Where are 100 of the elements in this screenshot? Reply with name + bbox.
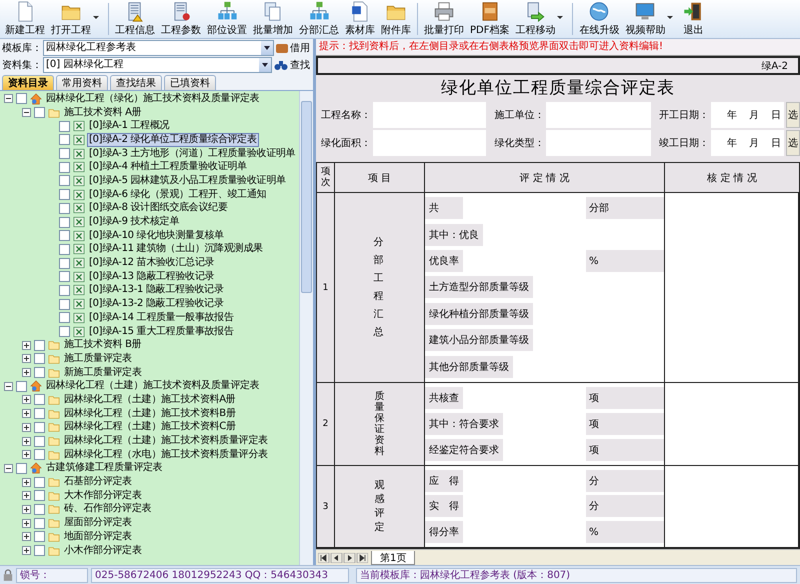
checkbox[interactable]: [59, 298, 70, 310]
tab[interactable]: 已填资料: [164, 75, 216, 90]
checkbox[interactable]: [59, 175, 70, 186]
checkbox[interactable]: [59, 148, 70, 160]
tree-item-label[interactable]: 小木作部分评定表: [62, 544, 144, 558]
checkbox[interactable]: [34, 107, 45, 118]
tree-item-label[interactable]: 施工质量评定表: [62, 352, 134, 366]
expand-toggle[interactable]: [22, 368, 31, 378]
tree-item-label[interactable]: 古建筑修建工程质量评定表: [44, 461, 164, 476]
tree-item-label[interactable]: 屋面部分评定表: [62, 516, 134, 530]
toolbar-button[interactable]: 打开工程: [48, 0, 105, 38]
checkbox[interactable]: [59, 271, 70, 282]
date-field[interactable]: 年 月 日: [711, 130, 784, 156]
tree-item-label[interactable]: [0]绿A-13-2 隐蔽工程验收记录: [87, 297, 226, 312]
toolbar-button[interactable]: 部位设置: [204, 0, 250, 38]
toolbar-button[interactable]: 新建工程: [2, 0, 48, 38]
checkbox[interactable]: [34, 340, 45, 351]
checkbox[interactable]: [59, 216, 70, 228]
tree-item-label[interactable]: [0]绿A-6 绿化（景观）工程开、竣工通知: [87, 188, 268, 202]
checkbox[interactable]: [59, 258, 70, 269]
tree-item-label[interactable]: 施工技术资料 A册: [62, 106, 144, 120]
checkbox[interactable]: [59, 120, 70, 132]
expand-toggle[interactable]: [22, 409, 31, 418]
input-field[interactable]: [546, 102, 652, 128]
toolbar-button[interactable]: 工程移动: [512, 0, 570, 38]
tree-item-label[interactable]: 石基部分评定表: [62, 475, 134, 490]
expand-toggle[interactable]: [22, 340, 31, 350]
expand-toggle[interactable]: [22, 532, 31, 542]
checkbox[interactable]: [34, 353, 45, 364]
tree-item-label[interactable]: [0]绿A-12 苗木验收汇总记录: [87, 256, 216, 270]
expand-toggle[interactable]: [22, 518, 31, 528]
tree-item-label[interactable]: [0]绿A-3 土方地形（河道）工程质量验收证明单: [87, 146, 298, 161]
checkbox[interactable]: [34, 367, 45, 378]
checkbox[interactable]: [16, 93, 27, 104]
tab[interactable]: 常用资料: [56, 75, 108, 90]
toolbar-button[interactable]: 附件库: [378, 0, 414, 38]
date-picker-button[interactable]: 选: [786, 130, 800, 156]
checkbox[interactable]: [34, 394, 45, 406]
tree-item-label[interactable]: 砖、石作部分评定表: [62, 502, 154, 516]
toolbar-button[interactable]: 批量打印: [421, 0, 467, 38]
checkbox[interactable]: [59, 162, 70, 173]
toolbar-button[interactable]: PDF档案: [467, 0, 512, 38]
tree-item-label[interactable]: 园林绿化工程（绿化）施工技术资料及质量评定表: [44, 92, 262, 106]
tab[interactable]: 资料目录: [2, 75, 54, 90]
checkbox[interactable]: [34, 436, 45, 447]
toolbar-button[interactable]: 退出: [679, 0, 708, 38]
checkbox[interactable]: [34, 531, 45, 542]
checkbox[interactable]: [34, 490, 45, 502]
tree-item-label[interactable]: 园林绿化工程（土建）施工技术资料质量评定表: [62, 434, 270, 448]
template-library-dropdown[interactable]: 园林绿化工程参考表: [43, 40, 274, 56]
sheet-tab[interactable]: 第1页: [371, 550, 416, 564]
checkbox[interactable]: [34, 408, 45, 420]
expand-toggle[interactable]: [22, 491, 31, 500]
checkbox[interactable]: [34, 422, 45, 433]
checkbox[interactable]: [59, 230, 70, 242]
tree-item-label[interactable]: [0]绿A-13-1 隐蔽工程验收记录: [87, 283, 226, 298]
checkbox[interactable]: [34, 545, 45, 556]
expand-toggle[interactable]: [22, 108, 31, 118]
checkbox[interactable]: [34, 476, 45, 488]
page-navigation-icon[interactable]: [318, 552, 368, 562]
expand-toggle[interactable]: [22, 422, 31, 432]
checkbox[interactable]: [59, 326, 70, 338]
checkbox[interactable]: [59, 189, 70, 200]
tree-item-label[interactable]: 园林绿化工程（土建）施工技术资料及质量评定表: [44, 379, 262, 394]
tree-item-label[interactable]: 园林绿化工程（土建）施工技术资料B册: [62, 406, 238, 421]
tab[interactable]: 查找结果: [110, 75, 162, 90]
tree-item-label[interactable]: [0]绿A-13 隐蔽工程验收记录: [87, 270, 216, 284]
toolbar-button[interactable]: 在线升级: [576, 0, 622, 38]
checkbox[interactable]: [59, 284, 70, 296]
tree-item-label[interactable]: [0]绿A-11 建筑物（土山）沉降观测成果: [87, 242, 265, 256]
tree-item-label[interactable]: 地面部分评定表: [62, 530, 134, 544]
date-picker-button[interactable]: 选: [786, 102, 800, 128]
expand-toggle[interactable]: [22, 354, 31, 364]
input-field[interactable]: [546, 130, 652, 156]
checkbox[interactable]: [16, 462, 27, 474]
expand-toggle[interactable]: [22, 395, 31, 404]
tree-item-label[interactable]: [0]绿A-15 重大工程质量事故报告: [87, 324, 236, 339]
input-field[interactable]: [373, 130, 486, 156]
checkbox[interactable]: [59, 312, 70, 324]
toolbar-button[interactable]: 视频帮助: [622, 0, 680, 38]
expand-toggle[interactable]: [22, 504, 31, 514]
tree-item-label[interactable]: [0]绿A-5 园林建筑及小品工程质量验收证明单: [87, 174, 288, 188]
expand-toggle[interactable]: [4, 94, 13, 104]
checkbox[interactable]: [34, 518, 45, 529]
expand-toggle[interactable]: [4, 464, 13, 473]
tree-item-label[interactable]: [0]绿A-8 设计图纸交底会议纪要: [87, 201, 230, 216]
toolbar-button[interactable]: 素材库: [342, 0, 378, 38]
dataset-dropdown[interactable]: [0] 园林绿化工程: [43, 57, 272, 73]
input-field[interactable]: [373, 102, 486, 128]
expand-toggle[interactable]: [4, 382, 13, 391]
expand-toggle[interactable]: [22, 478, 31, 487]
search-button[interactable]: 查找: [273, 58, 311, 72]
tree-item-label[interactable]: 园林绿化工程（土建）施工技术资料C册: [62, 420, 238, 434]
checkbox[interactable]: [59, 134, 70, 146]
toolbar-button[interactable]: 工程信息: [112, 0, 158, 38]
tree-item-label[interactable]: 施工技术资料 B册: [62, 338, 144, 352]
tree-item-label[interactable]: 园林绿化工程（水电）施工技术资料质量评分表: [62, 448, 270, 462]
toolbar-button[interactable]: 批量增加: [250, 0, 296, 38]
tree-item-label[interactable]: 园林绿化工程（土建）施工技术资料A册: [62, 392, 238, 407]
tree-item-label[interactable]: [0]绿A-10 绿化地块测量复核单: [87, 228, 226, 243]
